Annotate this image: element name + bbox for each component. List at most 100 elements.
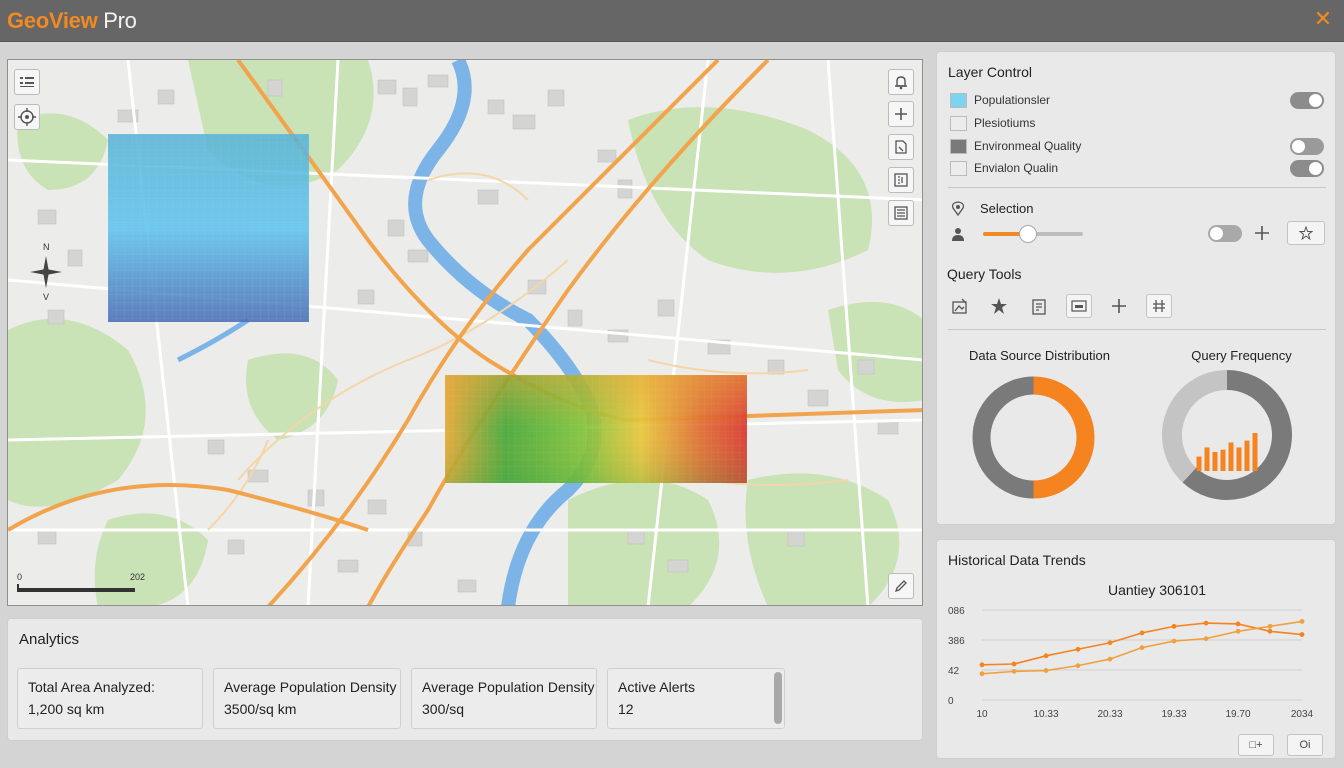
zoom-in-plus-icon bbox=[895, 108, 907, 120]
map-view[interactable]: N V 0 202 bbox=[7, 59, 923, 606]
layer-control-title: Layer Control bbox=[948, 64, 1033, 80]
app-title-suffix: Pro bbox=[97, 8, 137, 33]
layer-toggle-envialon-qualin[interactable] bbox=[1290, 159, 1324, 177]
query-frequency-bar bbox=[1244, 440, 1250, 471]
layer-row-environmental-quality[interactable]: Environmeal Quality bbox=[950, 137, 1324, 155]
app-title-brand: GeoView bbox=[7, 8, 98, 33]
compass-rose: N V bbox=[28, 242, 64, 302]
data-source-chart-title: Data Source Distribution bbox=[969, 348, 1110, 363]
query-frequency-bar bbox=[1196, 456, 1202, 471]
layer-toggle-environmental-quality[interactable] bbox=[1290, 137, 1324, 155]
query-add-button[interactable] bbox=[1106, 294, 1132, 318]
list-view-button[interactable] bbox=[888, 200, 914, 226]
zoom-in-button[interactable] bbox=[888, 101, 914, 127]
trend-point bbox=[1203, 636, 1209, 642]
analytics-scrollbar[interactable] bbox=[774, 672, 782, 724]
x-tick-label: 20.33 bbox=[1097, 709, 1122, 720]
layer-label: Envialon Qualin bbox=[974, 161, 1059, 175]
image-query-icon bbox=[952, 298, 967, 314]
layer-row-plesiotiums[interactable]: Plesiotiums bbox=[950, 114, 1324, 132]
person-icon bbox=[952, 228, 964, 241]
draw-button[interactable] bbox=[888, 573, 914, 599]
trend-point bbox=[979, 662, 985, 668]
compass-north-label: N bbox=[43, 242, 50, 252]
metric-label: Total Area Analyzed: bbox=[28, 679, 155, 695]
query-grid-button[interactable] bbox=[1146, 294, 1172, 318]
donut-slice bbox=[972, 376, 1034, 499]
layer-label: Populationsler bbox=[974, 93, 1051, 107]
query-frequency-bar bbox=[1220, 449, 1226, 471]
layers-list-icon bbox=[20, 77, 34, 87]
metric-label: Average Population Density bbox=[224, 679, 397, 695]
metric-card-population-density: Average Population Density 3500/sq km bbox=[213, 668, 401, 729]
metric-value: 12 bbox=[618, 701, 634, 717]
metric-value: 3500/sq km bbox=[224, 701, 297, 717]
layer-panel-button[interactable] bbox=[888, 167, 914, 193]
trend-point bbox=[979, 671, 985, 677]
scale-start-label: 0 bbox=[17, 572, 23, 582]
trend-line-chart: 0 42 386 086 10 10.33 20.33 19.33 19.70 2034 bbox=[948, 606, 1314, 720]
data-source-donut-chart bbox=[972, 376, 1095, 499]
slider-thumb[interactable] bbox=[1019, 225, 1037, 243]
trend-point bbox=[1299, 619, 1305, 624]
layer-label: Environmeal Quality bbox=[974, 139, 1082, 153]
historical-trends-panel: Historical Data Trends Uantiey 306101 04… bbox=[936, 539, 1336, 759]
query-frequency-bar bbox=[1252, 433, 1258, 471]
query-clipboard-button[interactable] bbox=[1026, 294, 1052, 318]
trend-point bbox=[1107, 656, 1113, 662]
title-bar: GeoView Pro ✕ bbox=[0, 0, 1344, 42]
trend-point bbox=[1011, 661, 1017, 667]
close-button[interactable]: ✕ bbox=[1312, 8, 1334, 30]
trend-point bbox=[1139, 645, 1145, 651]
query-window-button[interactable] bbox=[1066, 294, 1092, 318]
donut-slice bbox=[1033, 376, 1095, 499]
y-tick-label: 0 bbox=[948, 696, 954, 707]
pencil-icon bbox=[894, 580, 907, 593]
y-tick-label: 386 bbox=[948, 636, 965, 647]
compass-icon bbox=[30, 256, 62, 288]
layer-row-envialon-qualin[interactable]: Envialon Qualin bbox=[950, 159, 1324, 177]
trend-point bbox=[1267, 623, 1273, 629]
trend-point bbox=[1107, 640, 1113, 646]
trend-point bbox=[1299, 632, 1305, 637]
layer-row-population[interactable]: Populationsler bbox=[950, 91, 1324, 109]
query-image-button[interactable] bbox=[947, 294, 973, 318]
layers-list-button[interactable] bbox=[14, 69, 40, 95]
app-title: GeoView Pro bbox=[7, 8, 137, 34]
trend-point bbox=[1267, 628, 1273, 634]
locate-crosshair-icon bbox=[18, 108, 36, 126]
query-frequency-bar bbox=[1204, 447, 1210, 471]
plus-cross-icon bbox=[1112, 299, 1126, 313]
selection-toggle[interactable] bbox=[1208, 225, 1242, 242]
query-frequency-bar bbox=[1212, 452, 1218, 471]
trend-options-button[interactable]: Oi bbox=[1287, 734, 1323, 756]
alerts-button[interactable] bbox=[888, 69, 914, 95]
query-star-button[interactable] bbox=[986, 294, 1012, 318]
trend-point bbox=[1075, 663, 1081, 669]
selection-add-button[interactable] bbox=[1249, 221, 1275, 245]
layer-swatch bbox=[950, 160, 967, 176]
document-tag-button[interactable] bbox=[888, 134, 914, 160]
window-box-icon bbox=[1071, 300, 1087, 312]
layer-toggle-population[interactable] bbox=[1290, 91, 1324, 109]
environmental-quality-overlay[interactable] bbox=[445, 375, 747, 483]
x-tick-label: 10.33 bbox=[1033, 709, 1058, 720]
query-tools-title: Query Tools bbox=[947, 266, 1022, 282]
y-tick-label: 086 bbox=[948, 606, 965, 617]
y-tick-label: 42 bbox=[948, 666, 960, 677]
locate-button[interactable] bbox=[14, 104, 40, 130]
trend-options-label: Oi bbox=[1299, 739, 1311, 751]
trend-add-button[interactable]: □+ bbox=[1238, 734, 1274, 756]
trend-point bbox=[1075, 646, 1081, 652]
scale-end-label: 202 bbox=[130, 572, 146, 582]
query-frequency-bar bbox=[1228, 442, 1234, 471]
scale-bar: 0 202 bbox=[17, 572, 147, 598]
star-filled-icon bbox=[991, 298, 1007, 314]
selection-favorite-button[interactable] bbox=[1287, 221, 1325, 245]
selection-slider[interactable] bbox=[983, 225, 1083, 243]
trend-point bbox=[1171, 623, 1177, 629]
population-density-overlay[interactable] bbox=[108, 134, 309, 322]
trend-add-label: □+ bbox=[1249, 739, 1263, 751]
divider bbox=[948, 187, 1326, 188]
document-tag-icon bbox=[895, 140, 907, 154]
